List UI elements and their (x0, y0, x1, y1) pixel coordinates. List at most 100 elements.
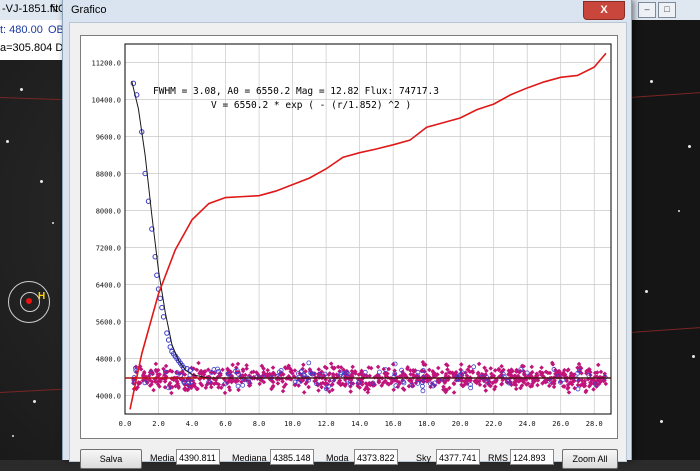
x-tick-label: 22.0 (485, 420, 502, 428)
marker-label: H (38, 291, 46, 302)
background-point (163, 363, 169, 369)
star (678, 210, 680, 212)
sky-value-field[interactable]: 4377.741 (436, 449, 480, 465)
background-point (151, 387, 156, 393)
star (40, 180, 43, 183)
background-point (566, 390, 572, 395)
star (650, 80, 653, 83)
x-tick-label: 24.0 (519, 420, 536, 428)
star (688, 145, 691, 148)
mediana-value-field[interactable]: 4385.148 (270, 449, 314, 465)
x-tick-label: 18.0 (418, 420, 435, 428)
background-point (350, 364, 355, 370)
window-client-area: 0.0 2.0 4.0 6.0 8.0 10.0 12.0 14.0 16.0 18.0 20.0 2… (69, 22, 627, 469)
y-tick-label: 4000.0 (96, 393, 121, 401)
y-tick-label: 9600.0 (96, 134, 121, 142)
save-button[interactable]: Salva (80, 449, 142, 469)
background-profile-point (376, 369, 382, 375)
background-right-panel (630, 20, 700, 460)
background-point (301, 362, 306, 367)
star (660, 420, 663, 423)
background-point (316, 388, 321, 393)
y-tick-label: 8800.0 (96, 171, 121, 179)
media-label: Media (150, 453, 175, 463)
fit-formula-text: V = 6550.2 * exp ( - (r/1.852) ^2 ) (211, 100, 411, 111)
background-point (459, 362, 464, 367)
target-star-marker (26, 298, 32, 304)
close-button[interactable]: X (583, 1, 625, 20)
profile-point (164, 330, 170, 336)
background-point (348, 389, 353, 394)
y-tick-label: 10400.0 (91, 97, 121, 105)
background-profile-point (575, 386, 581, 392)
star (645, 290, 648, 293)
media-value-field[interactable]: 4390.811 (176, 449, 220, 465)
x-tick-label: 14.0 (351, 420, 368, 428)
background-point (230, 362, 235, 368)
mediana-label: Mediana (232, 453, 267, 463)
y-tick-label: 11200.0 (91, 60, 121, 68)
background-point (328, 361, 334, 366)
background-point (280, 388, 286, 394)
x-tick-label: 26.0 (552, 420, 569, 428)
background-point (335, 364, 341, 370)
x-tick-label: 20.0 (452, 420, 469, 428)
statistics-bar: Salva Media 4390.811 Mediana 4385.148 Mo… (80, 449, 620, 471)
background-point (591, 387, 596, 392)
background-profile-point (240, 382, 246, 388)
background-profile-point (306, 360, 312, 366)
background-point (306, 384, 311, 390)
background-point (598, 369, 604, 375)
background-point (153, 361, 159, 367)
background-point (270, 365, 276, 370)
background-profile-point (235, 383, 241, 389)
star (6, 140, 9, 143)
y-tick-label: 8000.0 (96, 208, 121, 216)
background-point (209, 384, 214, 390)
background-point (301, 390, 307, 395)
background-point (483, 388, 489, 393)
background-point (476, 361, 482, 367)
background-point (436, 365, 441, 371)
star (33, 400, 36, 403)
background-point (375, 364, 381, 370)
grafico-window: Grafico X 0.0 2.0 4.0 6.0 8.0 10.0 12.0 14.0 16.… (62, 0, 632, 469)
background-point (169, 390, 174, 396)
background-point (391, 387, 396, 393)
background-profile-point (471, 364, 477, 370)
background-point (235, 361, 241, 367)
x-tick-label: 0.0 (119, 420, 132, 428)
y-tick-label: 6400.0 (96, 282, 121, 290)
moda-value-field[interactable]: 4373.822 (354, 449, 398, 465)
background-point (265, 367, 271, 373)
background-point (220, 367, 225, 373)
y-tick-label: 5600.0 (96, 319, 121, 327)
profile-point (159, 304, 165, 311)
plot-area: 0.0 2.0 4.0 6.0 8.0 10.0 12.0 14.0 16.0 18.0 20.0 2… (80, 35, 618, 439)
background-point (539, 365, 544, 370)
zoom-all-button[interactable]: Zoom All (562, 449, 618, 469)
y-tick-label: 7200.0 (96, 245, 121, 253)
x-tick-label: 28.0 (586, 420, 603, 428)
background-point (196, 360, 201, 366)
y-tick-label: 4800.0 (96, 356, 121, 364)
star (20, 88, 23, 91)
background-point (529, 364, 535, 370)
background-point (451, 381, 457, 387)
radial-profile-chart: 0.0 2.0 4.0 6.0 8.0 10.0 12.0 14.0 16.0 18.0 20.0 2… (91, 43, 612, 428)
background-point (596, 362, 601, 368)
fit-parameters-text: FWHM = 3.08, A0 = 6550.2 Mag = 12.82 Flu… (153, 86, 439, 97)
gaussian-fit-line (131, 80, 611, 379)
rms-value-field[interactable]: 124.893 (510, 449, 554, 465)
sky-label: Sky (416, 453, 432, 463)
background-point (499, 363, 504, 369)
background-point (275, 381, 281, 386)
window-title: Grafico (71, 4, 107, 16)
x-tick-label: 12.0 (318, 420, 335, 428)
rms-label: RMS (488, 453, 508, 463)
background-point (488, 366, 494, 371)
background-maximize-button[interactable]: □ (658, 2, 676, 18)
background-point (451, 390, 457, 395)
background-point (439, 369, 445, 375)
background-minimize-button[interactable]: – (638, 2, 656, 18)
